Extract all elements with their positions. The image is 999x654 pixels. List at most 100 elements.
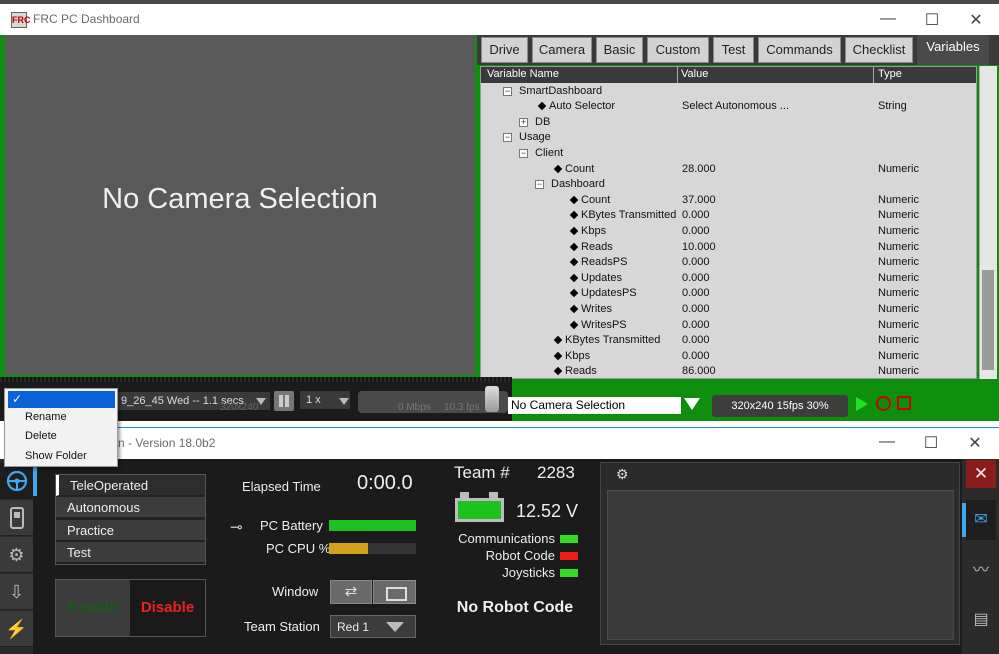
steering-wheel-icon[interactable] <box>0 463 33 499</box>
collapse-icon[interactable]: − <box>519 148 528 158</box>
context-menu-delete[interactable]: Delete <box>25 430 57 442</box>
chevron-down-icon[interactable] <box>684 398 700 410</box>
tab-custom[interactable]: Custom <box>647 37 709 63</box>
tree-row[interactable]: Count 37.000 Numeric <box>481 193 976 209</box>
tree-row[interactable]: − Client <box>481 146 976 162</box>
maximize-button[interactable]: ☐ <box>922 10 942 30</box>
leaf-diamond-icon <box>569 273 579 282</box>
minimize-button[interactable]: — <box>878 10 898 28</box>
tree-row[interactable]: WritesPS 0.000 Numeric <box>481 318 976 334</box>
tree-row-value: 0.000 <box>682 209 710 222</box>
tree-row[interactable]: Updates 0.000 Numeric <box>481 271 976 287</box>
mode-autonomous[interactable]: Autonomous <box>56 497 205 518</box>
tree-scrollbar-thumb[interactable] <box>982 270 994 370</box>
tab-camera[interactable]: Camera <box>532 37 592 63</box>
leaf-diamond-icon <box>553 335 563 345</box>
tab-test[interactable]: Test <box>713 37 754 63</box>
chevron-down-icon[interactable] <box>386 622 404 632</box>
message-area[interactable] <box>607 490 954 640</box>
chart-icon[interactable]: 〰 <box>966 551 996 591</box>
tree-row-type: Numeric <box>878 224 919 237</box>
tree-row[interactable]: Count 28.000 Numeric <box>481 162 976 178</box>
mode-test[interactable]: Test <box>56 542 205 563</box>
gear-icon[interactable]: ⚙ <box>0 537 33 573</box>
tree-row-name: Kbps <box>565 349 591 362</box>
tree-row[interactable]: Kbps 0.000 Numeric <box>481 349 976 365</box>
tree-row[interactable]: Kbps 0.000 Numeric <box>481 224 976 240</box>
collapse-icon[interactable]: − <box>503 133 512 143</box>
leaf-diamond-icon <box>553 367 563 376</box>
tree-row[interactable]: + DB <box>481 115 976 131</box>
communications-indicator <box>560 535 578 543</box>
tab-checklist[interactable]: Checklist <box>845 37 913 63</box>
usb-icon[interactable]: ⇩ <box>0 574 33 610</box>
maximize-button[interactable]: ☐ <box>921 433 941 453</box>
leaf-diamond-icon <box>569 242 579 251</box>
close-button[interactable]: ✕ <box>965 433 985 453</box>
tab-drive[interactable]: Drive <box>481 37 528 63</box>
window-dock-button[interactable]: ⇄ <box>330 580 372 604</box>
chevron-down-icon[interactable] <box>339 398 349 405</box>
driver-station-sidebar: ⚙ ⇩ ⚡ <box>0 459 33 654</box>
disable-button[interactable]: Disable <box>130 580 205 636</box>
tree-row-type: Numeric <box>878 256 919 269</box>
tree-row[interactable]: Reads 86.000 Numeric <box>481 364 976 378</box>
tree-row[interactable]: Auto Selector Select Autonomous ... String <box>481 99 976 115</box>
record-icon[interactable] <box>876 396 891 411</box>
tree-row[interactable]: Writes 0.000 Numeric <box>481 302 976 318</box>
expand-icon[interactable]: + <box>519 117 528 127</box>
power-icon[interactable]: ⚡ <box>0 611 33 647</box>
tree-row[interactable]: KBytes Transmitted 0.000 Numeric <box>481 208 976 224</box>
window-float-button[interactable] <box>373 580 416 604</box>
enable-button[interactable]: Enable <box>56 580 130 636</box>
layout-icon[interactable]: ▤ <box>966 600 996 640</box>
playback-resolution: 320x240 <box>220 402 259 413</box>
tree-row-type: Numeric <box>878 193 919 206</box>
play-icon[interactable] <box>856 397 868 411</box>
close-button[interactable]: ✕ <box>966 10 986 30</box>
camera-settings-button[interactable]: 320x240 15fps 30% <box>712 395 848 417</box>
tab-variables[interactable]: Variables <box>917 35 989 65</box>
tree-row-type: Numeric <box>878 162 919 175</box>
tree-row[interactable]: − Dashboard <box>481 177 976 193</box>
mail-icon[interactable]: ✉ <box>966 500 996 540</box>
header-type[interactable]: Type <box>878 68 902 80</box>
tree-row-type: Numeric <box>878 209 919 222</box>
tree-row[interactable]: KBytes Transmitted 0.000 Numeric <box>481 333 976 349</box>
tree-row-value: 0.000 <box>682 287 710 300</box>
tree-row-value: 0.000 <box>682 256 710 269</box>
context-menu-show-folder[interactable]: Show Folder <box>25 450 87 462</box>
context-menu-rename[interactable]: Rename <box>25 411 67 423</box>
tree-row[interactable]: − SmartDashboard <box>481 84 976 100</box>
tree-row[interactable]: Reads 10.000 Numeric <box>481 240 976 256</box>
pause-icon[interactable] <box>274 391 294 411</box>
stop-icon[interactable] <box>897 396 911 410</box>
tab-commands[interactable]: Commands <box>758 37 841 63</box>
minimize-button[interactable]: — <box>877 433 897 451</box>
tree-row-value: 28.000 <box>682 162 716 175</box>
context-menu-selected-item[interactable]: ✓ <box>8 391 115 408</box>
tab-basic[interactable]: Basic <box>596 37 643 63</box>
camera-select[interactable]: No Camera Selection <box>508 397 681 414</box>
header-value[interactable]: Value <box>681 68 708 80</box>
mode-practice[interactable]: Practice <box>56 520 205 541</box>
playback-slider-handle[interactable] <box>485 386 499 412</box>
tree-row-name: Count <box>565 162 595 175</box>
tree-row[interactable]: − Usage <box>481 130 976 146</box>
diagnostics-icon[interactable] <box>0 500 33 536</box>
gear-icon[interactable]: ⚙ <box>616 466 629 483</box>
tree-row-value: 0.000 <box>682 271 710 284</box>
tree-row-value: 86.000 <box>682 365 716 378</box>
collapse-icon[interactable]: − <box>535 180 544 190</box>
playback-mbps: 0 Mbps <box>398 402 431 413</box>
leaf-diamond-icon <box>569 257 579 267</box>
leaf-diamond-icon <box>537 101 547 111</box>
mode-teleoperated[interactable]: TeleOperated <box>56 475 205 496</box>
close-icon[interactable]: ✕ <box>966 460 996 488</box>
tree-row[interactable]: ReadsPS 0.000 Numeric <box>481 255 976 271</box>
header-variable-name[interactable]: Variable Name <box>487 68 559 80</box>
tree-row[interactable]: UpdatesPS 0.000 Numeric <box>481 286 976 302</box>
collapse-icon[interactable]: − <box>503 86 512 96</box>
window-label: Window <box>272 584 319 599</box>
team-number-value[interactable]: 2283 <box>537 463 575 483</box>
